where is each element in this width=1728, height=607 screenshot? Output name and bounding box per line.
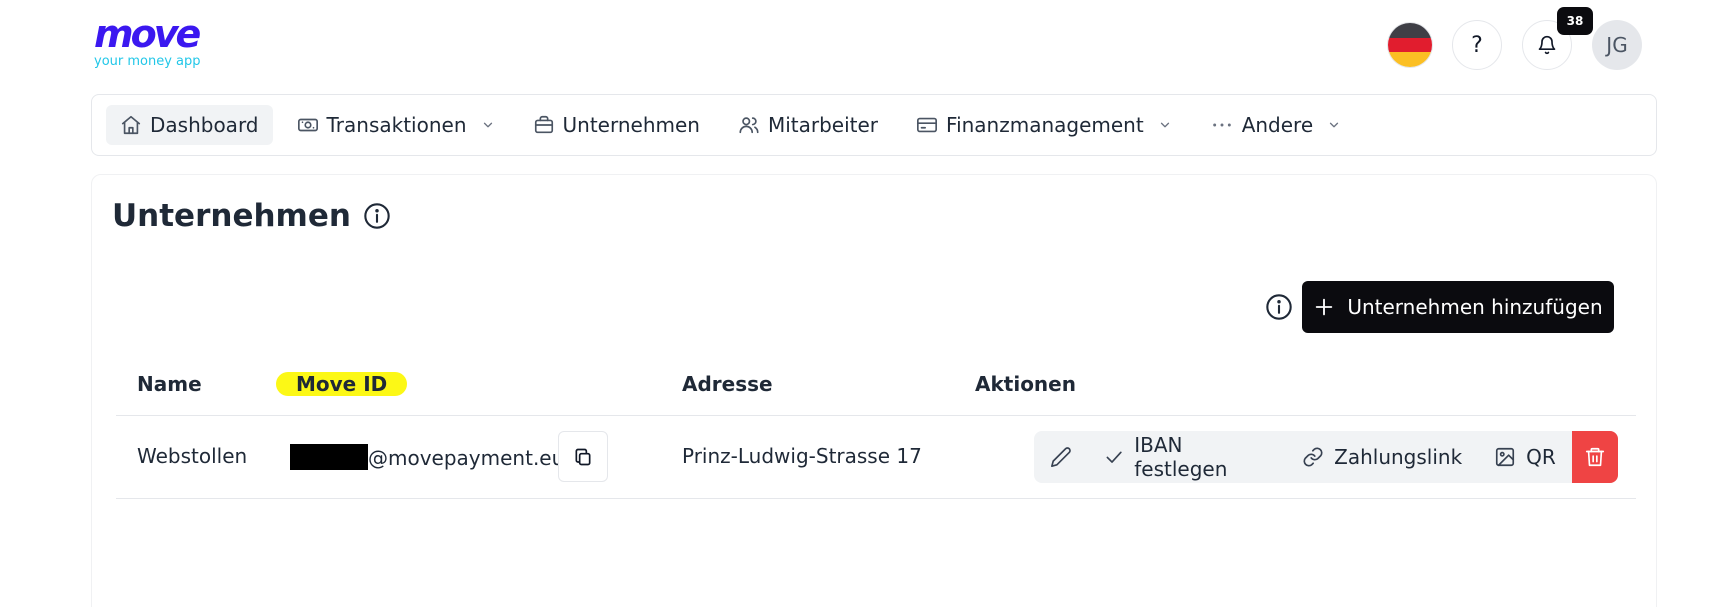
nav-item-transaktionen[interactable]: Transaktionen bbox=[283, 105, 509, 145]
nav-item-finanzmanagement[interactable]: Finanzmanagement bbox=[902, 105, 1186, 145]
check-icon bbox=[1106, 451, 1122, 463]
nav-label: Unternehmen bbox=[562, 113, 700, 137]
bell-icon bbox=[1538, 35, 1556, 55]
qr-button[interactable]: QR bbox=[1478, 431, 1572, 483]
info-icon[interactable] bbox=[1265, 293, 1293, 321]
row-actions: IBAN festlegen Zahlungslink QR bbox=[1034, 431, 1618, 483]
nav-label: Dashboard bbox=[150, 113, 259, 137]
set-iban-button[interactable]: IBAN festlegen bbox=[1088, 431, 1286, 483]
qr-label: QR bbox=[1526, 445, 1556, 469]
column-header-move-id: Move ID bbox=[276, 372, 408, 396]
company-name: Webstollen bbox=[137, 444, 248, 468]
nav-item-unternehmen[interactable]: Unternehmen bbox=[519, 105, 714, 145]
language-flag-germany-icon[interactable] bbox=[1388, 23, 1432, 67]
delete-button[interactable] bbox=[1571, 431, 1618, 483]
link-icon bbox=[1303, 447, 1323, 467]
notification-count-badge: 38 bbox=[1557, 7, 1593, 35]
add-company-button[interactable]: Unternehmen hinzufügen bbox=[1302, 281, 1614, 333]
home-icon bbox=[121, 115, 141, 135]
chevron-down-icon bbox=[1160, 122, 1169, 128]
nav-label: Transaktionen bbox=[326, 113, 467, 137]
nav-label: Andere bbox=[1241, 113, 1314, 137]
nav-label: Finanzmanagement bbox=[946, 113, 1144, 137]
help-button[interactable]: ? bbox=[1452, 20, 1502, 70]
cash-icon bbox=[297, 118, 318, 132]
payment-link-button[interactable]: Zahlungslink bbox=[1286, 431, 1478, 483]
chevron-down-icon bbox=[1330, 122, 1339, 128]
column-header-adresse: Adresse bbox=[682, 372, 773, 396]
page-title: Unternehmen bbox=[112, 198, 391, 234]
page-title-text: Unternehmen bbox=[112, 198, 351, 234]
payment-link-label: Zahlungslink bbox=[1334, 445, 1463, 469]
credit-card-icon bbox=[917, 117, 938, 133]
image-icon bbox=[1496, 447, 1515, 467]
brand-logo[interactable]: move your money app bbox=[94, 14, 224, 74]
trash-icon bbox=[1585, 447, 1604, 467]
info-icon[interactable] bbox=[363, 202, 391, 230]
logo-wordmark: move bbox=[94, 12, 201, 56]
briefcase-icon bbox=[534, 115, 553, 134]
add-company-label: Unternehmen hinzufügen bbox=[1347, 295, 1603, 319]
nav-item-andere[interactable]: Andere bbox=[1196, 105, 1355, 145]
table-divider bbox=[116, 415, 1636, 416]
nav-label: Mitarbeiter bbox=[767, 113, 879, 137]
nav-item-dashboard[interactable]: Dashboard bbox=[106, 105, 273, 145]
users-icon bbox=[739, 117, 759, 134]
edit-button[interactable] bbox=[1034, 431, 1088, 483]
move-id-email: @movepayment.eu bbox=[368, 446, 565, 470]
redacted-text bbox=[290, 444, 368, 470]
pencil-icon bbox=[1051, 447, 1071, 467]
more-dots-icon bbox=[1212, 123, 1231, 127]
copy-icon bbox=[575, 448, 591, 465]
copy-move-id-button[interactable] bbox=[558, 431, 608, 482]
user-avatar[interactable]: JG bbox=[1592, 20, 1642, 70]
main-navigation: Dashboard Transaktionen Unternehmen Mita… bbox=[91, 94, 1657, 156]
set-iban-label: IBAN festlegen bbox=[1134, 433, 1228, 481]
plus-icon bbox=[1316, 298, 1333, 316]
column-header-aktionen: Aktionen bbox=[975, 372, 1076, 396]
avatar-initials: JG bbox=[1606, 33, 1628, 57]
help-label: ? bbox=[1471, 32, 1483, 58]
header-actions: ? 38 JG bbox=[1388, 7, 1642, 72]
notifications-button[interactable]: 38 bbox=[1522, 7, 1593, 70]
company-address: Prinz-Ludwig-Strasse 17 bbox=[682, 444, 922, 468]
nav-item-mitarbeiter[interactable]: Mitarbeiter bbox=[724, 105, 892, 145]
table-divider bbox=[116, 498, 1636, 499]
column-header-name: Name bbox=[137, 372, 202, 396]
chevron-down-icon bbox=[483, 122, 492, 128]
logo-tagline: your money app bbox=[94, 54, 201, 69]
